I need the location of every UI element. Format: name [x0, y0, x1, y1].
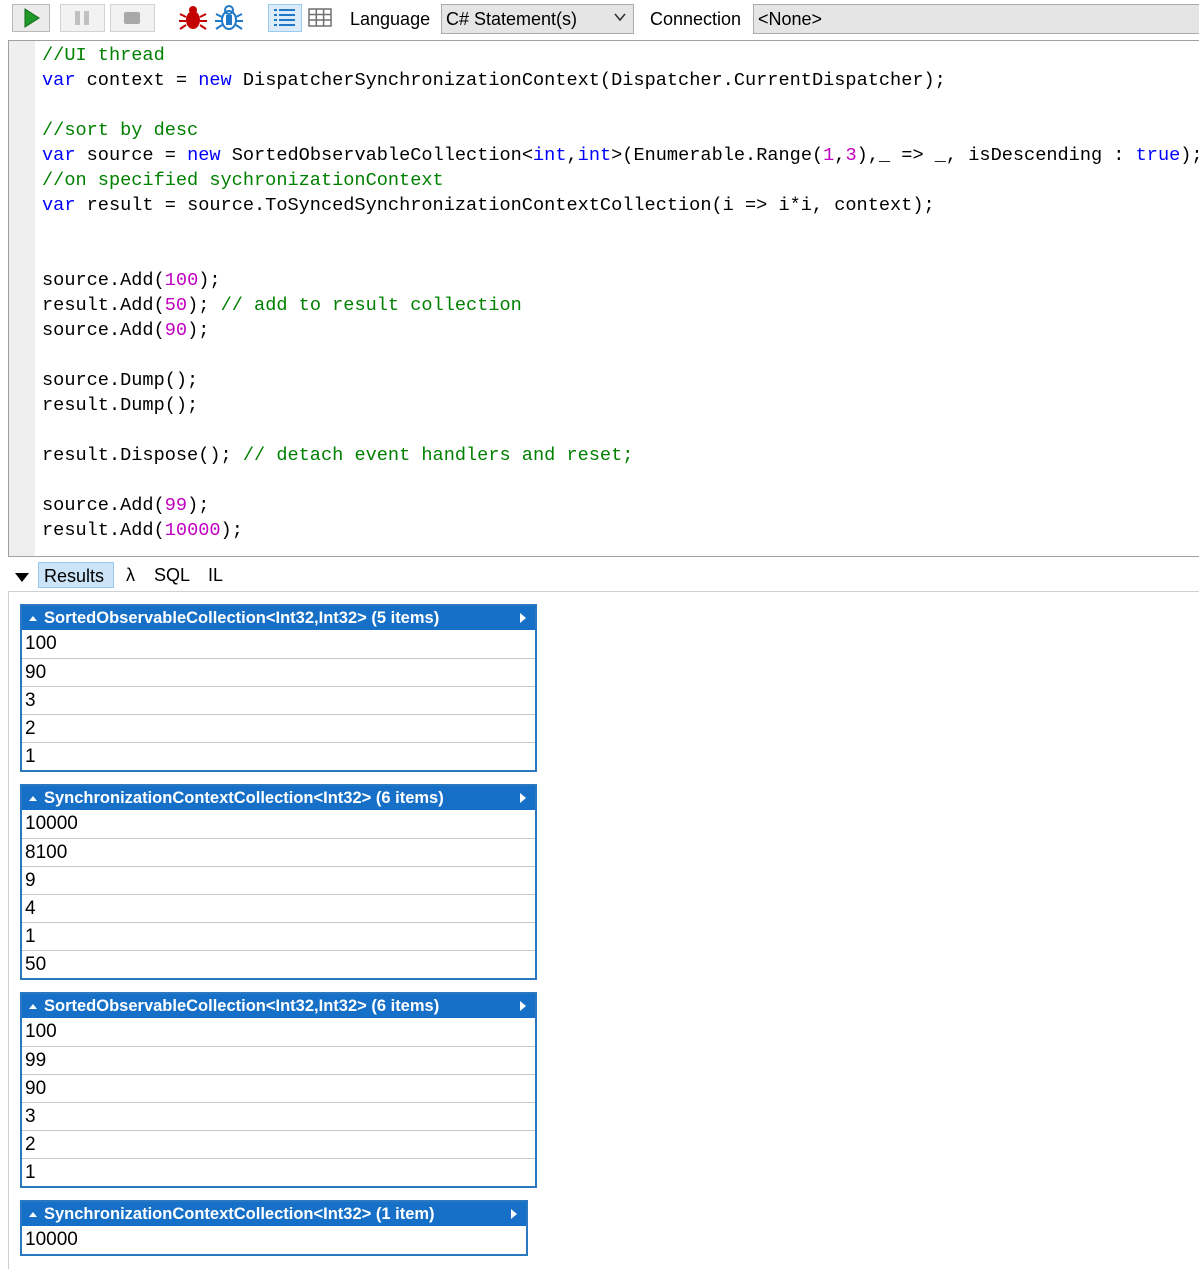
grid-results-button[interactable]	[304, 4, 338, 32]
result-table-header[interactable]: SynchronizationContextCollection<Int32> …	[22, 786, 535, 810]
code-line: result.Dispose(); // detach event handle…	[42, 445, 634, 466]
result-row: 1	[22, 1158, 535, 1186]
result-table-header[interactable]: SynchronizationContextCollection<Int32> …	[22, 1202, 526, 1226]
result-row: 10000	[25, 1229, 78, 1250]
rich-text-results-button[interactable]	[268, 4, 302, 32]
result-row: 50	[22, 950, 535, 978]
result-row: 3	[22, 1102, 535, 1130]
language-select[interactable]: C# Statement(s)	[441, 4, 634, 34]
pause-icon	[75, 11, 89, 25]
result-row: 10000	[25, 813, 78, 834]
results-panel: SortedObservableCollection<Int32,Int32> …	[8, 591, 1199, 1269]
connection-value: <None>	[758, 9, 823, 29]
code-line: var source = new SortedObservableCollect…	[42, 145, 1199, 166]
result-row: 90	[22, 1074, 535, 1102]
code-line: source.Add(100);	[42, 270, 221, 291]
result-table-title: SortedObservableCollection<Int32,Int32> …	[44, 997, 440, 1015]
grid-view-icon	[308, 8, 332, 27]
code-line: source.Add(99);	[42, 495, 210, 516]
result-table: SynchronizationContextCollection<Int32> …	[20, 784, 537, 980]
code-line: source.Add(90);	[42, 320, 210, 341]
connection-label: Connection	[650, 9, 742, 29]
code-line: var result = source.ToSyncedSynchronizat…	[42, 195, 935, 216]
code-line: //on specified sychronizationContext	[42, 170, 444, 191]
code-line: result.Add(50); // add to result collect…	[42, 295, 522, 316]
code-text[interactable]: //UI thread var context = new DispatcherS…	[42, 43, 1199, 543]
result-row: 8100	[22, 838, 535, 866]
result-row: 100	[25, 633, 57, 654]
expand-right-icon	[520, 613, 526, 623]
expand-right-icon	[520, 1001, 526, 1011]
code-line: result.Add(10000);	[42, 520, 243, 541]
result-table-header[interactable]: SortedObservableCollection<Int32,Int32> …	[22, 606, 535, 630]
list-view-icon	[274, 9, 295, 26]
chevron-down-icon	[614, 13, 626, 22]
toolbar: Language C# Statement(s) Connection <Non…	[0, 0, 1199, 38]
result-table: SynchronizationContextCollection<Int32> …	[20, 1200, 528, 1256]
play-icon	[24, 8, 40, 28]
tab-il[interactable]: IL	[208, 562, 223, 588]
debug-button[interactable]	[176, 4, 210, 32]
result-row: 100	[25, 1021, 57, 1042]
debug-step-button[interactable]	[212, 4, 246, 32]
language-value: C# Statement(s)	[446, 9, 578, 29]
result-row: 1	[22, 922, 535, 950]
expand-right-icon	[511, 1209, 517, 1219]
tab-lambda[interactable]: λ	[126, 562, 135, 588]
result-table-title: SynchronizationContextCollection<Int32> …	[44, 789, 444, 807]
collapse-triangle-icon[interactable]	[13, 564, 31, 590]
result-table-header[interactable]: SortedObservableCollection<Int32,Int32> …	[22, 994, 535, 1018]
result-row: 4	[22, 894, 535, 922]
result-table: SortedObservableCollection<Int32,Int32> …	[20, 604, 537, 772]
collapse-up-icon	[29, 1212, 37, 1217]
tab-results[interactable]: Results	[38, 562, 114, 588]
result-row: 2	[22, 1130, 535, 1158]
bug-step-icon	[215, 5, 243, 30]
tab-sql[interactable]: SQL	[154, 562, 190, 588]
result-table-title: SortedObservableCollection<Int32,Int32> …	[44, 609, 440, 627]
result-row: 9	[22, 866, 535, 894]
code-line: var context = new DispatcherSynchronizat…	[42, 70, 946, 91]
expand-right-icon	[520, 793, 526, 803]
result-row: 99	[22, 1046, 535, 1074]
result-row: 90	[22, 658, 535, 686]
result-row: 1	[22, 742, 535, 770]
result-row: 3	[22, 686, 535, 714]
pause-button[interactable]	[60, 4, 105, 32]
collapse-up-icon	[29, 616, 37, 621]
code-editor[interactable]: //UI thread var context = new DispatcherS…	[8, 40, 1199, 557]
collapse-up-icon	[29, 796, 37, 801]
stop-button[interactable]	[110, 4, 155, 32]
collapse-up-icon	[29, 1004, 37, 1009]
editor-gutter	[9, 41, 35, 556]
run-button[interactable]	[12, 4, 50, 32]
code-line: source.Dump();	[42, 370, 199, 391]
code-line: //UI thread	[42, 45, 165, 66]
stop-icon	[124, 12, 140, 24]
result-table: SortedObservableCollection<Int32,Int32> …	[20, 992, 537, 1188]
language-label: Language	[350, 9, 431, 29]
code-line: //sort by desc	[42, 120, 199, 141]
result-row: 2	[22, 714, 535, 742]
result-table-title: SynchronizationContextCollection<Int32> …	[44, 1205, 435, 1223]
code-line: result.Dump();	[42, 395, 199, 416]
bug-icon	[179, 6, 207, 30]
connection-select[interactable]: <None>	[753, 4, 1199, 34]
